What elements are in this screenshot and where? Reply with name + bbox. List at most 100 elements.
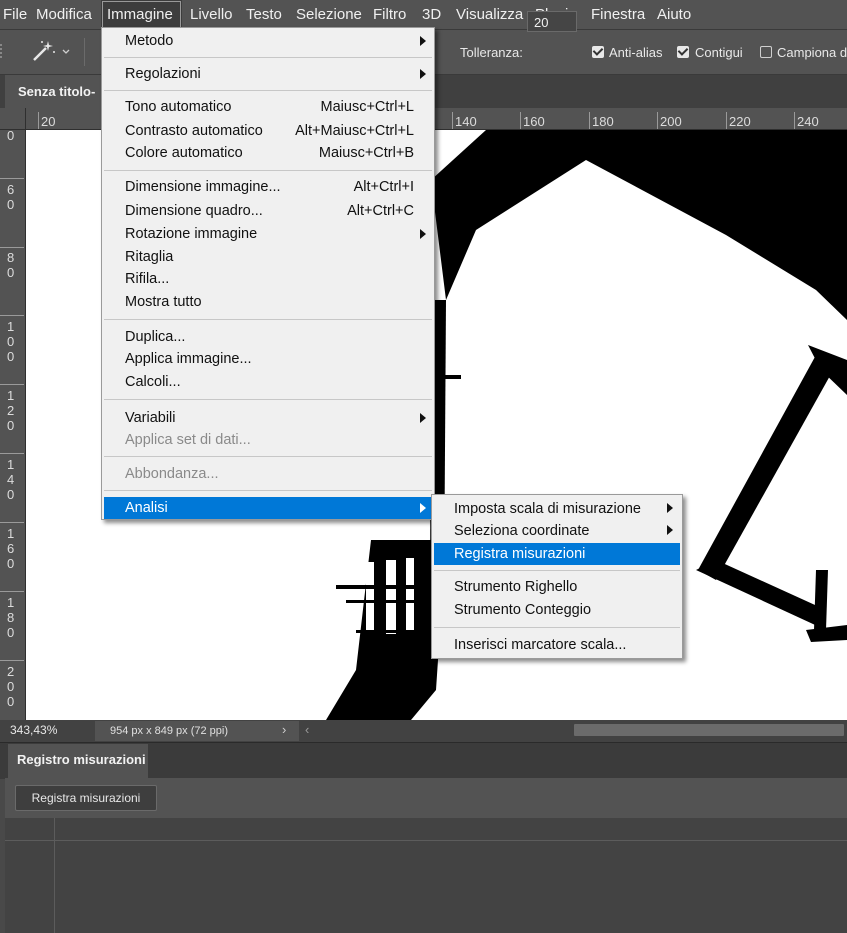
- menu-separator: [104, 170, 432, 171]
- menu-item-rifila[interactable]: Rifila...: [125, 268, 169, 290]
- menu-modifica[interactable]: Modifica: [30, 0, 98, 29]
- menu-item-imposta-scala[interactable]: Imposta scala di misurazione: [454, 498, 641, 520]
- ruler-label: 0: [7, 334, 15, 349]
- image-menu: Metodo Regolazioni Tono automatico Maius…: [101, 27, 435, 520]
- horizontal-scrollbar-thumb[interactable]: [574, 724, 844, 736]
- ruler-tick: [0, 178, 24, 179]
- menu-item-strumento-righello[interactable]: Strumento Righello: [454, 576, 577, 598]
- menu-visualizza[interactable]: Visualizza: [450, 0, 529, 29]
- submenu-arrow-icon: [420, 229, 426, 239]
- menu-item-dimensione-quadro[interactable]: Dimensione quadro...: [125, 200, 263, 222]
- zoom-level[interactable]: 343,43%: [10, 723, 57, 737]
- antialias-checkbox[interactable]: [592, 46, 604, 58]
- ruler-label: 180: [592, 114, 614, 129]
- menu-3d[interactable]: 3D: [416, 0, 447, 29]
- ruler-tick: [38, 112, 39, 129]
- menu-item-dimensione-immagine[interactable]: Dimensione immagine...: [125, 176, 281, 198]
- ruler-origin[interactable]: [0, 108, 26, 130]
- ruler-label: 0: [7, 679, 15, 694]
- document-tab-title: Senza titolo-: [18, 84, 96, 99]
- ruler-label: 1: [7, 526, 15, 541]
- ruler-label: 6: [7, 182, 15, 197]
- submenu-arrow-icon: [420, 413, 426, 423]
- menu-item-contrasto-automatico[interactable]: Contrasto automatico: [125, 120, 263, 142]
- menu-item-rotazione-immagine[interactable]: Rotazione immagine: [125, 223, 257, 245]
- shortcut-label: Alt+Ctrl+C: [347, 203, 414, 219]
- menu-separator: [104, 57, 432, 58]
- analysis-submenu: Imposta scala di misurazione Seleziona c…: [431, 494, 683, 659]
- scroll-left-arrow-icon[interactable]: ‹: [305, 722, 309, 737]
- status-expand-arrow-icon[interactable]: ›: [282, 722, 286, 737]
- menu-item-analisi[interactable]: Analisi: [125, 497, 168, 519]
- menu-livello[interactable]: Livello: [184, 0, 239, 29]
- menu-testo[interactable]: Testo: [240, 0, 288, 29]
- menu-item-strumento-conteggio[interactable]: Strumento Conteggio: [454, 599, 591, 621]
- ruler-label: 8: [7, 250, 15, 265]
- ruler-label: 8: [7, 610, 15, 625]
- ruler-tick: [589, 112, 590, 129]
- panel-tab-title: Registro misurazioni: [17, 752, 146, 767]
- menu-separator: [104, 490, 432, 491]
- menu-item-variabili[interactable]: Variabili: [125, 407, 176, 429]
- ruler-label: 0: [7, 694, 15, 709]
- ruler-label: 2: [7, 403, 15, 418]
- ruler-label: 0: [7, 556, 15, 571]
- toolbar-divider: [84, 38, 85, 66]
- menu-item-duplica[interactable]: Duplica...: [125, 326, 185, 348]
- menu-aiuto[interactable]: Aiuto: [651, 0, 697, 29]
- menu-item-ritaglia[interactable]: Ritaglia: [125, 246, 173, 268]
- submenu-arrow-icon: [420, 503, 426, 513]
- ruler-label: 200: [660, 114, 682, 129]
- ruler-label: 0: [7, 625, 15, 640]
- menu-item-colore-automatico[interactable]: Colore automatico: [125, 142, 243, 164]
- ruler-tick: [0, 522, 24, 523]
- ruler-label: 1: [7, 457, 15, 472]
- shortcut-label: Alt+Maiusc+Ctrl+L: [295, 123, 414, 139]
- antialias-label: Anti-alias: [609, 45, 663, 60]
- ruler-tick: [0, 315, 24, 316]
- ruler-tick: [0, 660, 24, 661]
- menu-item-regolazioni[interactable]: Regolazioni: [125, 63, 201, 85]
- document-info: 954 px x 849 px (72 ppi): [110, 725, 229, 737]
- ruler-tick: [0, 384, 24, 385]
- menu-item-inserisci-marcatore[interactable]: Inserisci marcatore scala...: [454, 634, 626, 656]
- submenu-arrow-icon: [667, 503, 673, 513]
- ruler-label: 220: [729, 114, 751, 129]
- menu-finestra[interactable]: Finestra: [585, 0, 651, 29]
- menu-item-registra-misurazioni[interactable]: Registra misurazioni: [454, 543, 585, 565]
- toolbar-grip: [0, 44, 6, 58]
- shortcut-label: Maiusc+Ctrl+L: [320, 99, 414, 115]
- ruler-tick: [794, 112, 795, 129]
- table-header-divider: [5, 840, 847, 841]
- ruler-tick: [0, 453, 24, 454]
- ruler-label: 1: [7, 595, 15, 610]
- menu-immagine[interactable]: Immagine: [101, 0, 182, 29]
- menu-file[interactable]: File: [0, 0, 33, 29]
- measurement-table[interactable]: [5, 818, 847, 933]
- ruler-label: 0: [7, 265, 15, 280]
- menu-selezione[interactable]: Selezione: [290, 0, 368, 29]
- contiguous-checkbox[interactable]: [677, 46, 689, 58]
- menu-filtro[interactable]: Filtro: [367, 0, 412, 29]
- sample-all-layers-checkbox[interactable]: [760, 46, 772, 58]
- tolerance-input[interactable]: 20: [527, 11, 577, 32]
- menu-item-calcoli[interactable]: Calcoli...: [125, 371, 181, 393]
- ruler-tick: [452, 112, 453, 129]
- menu-item-seleziona-coordinate[interactable]: Seleziona coordinate: [454, 520, 589, 542]
- shortcut-label: Maiusc+Ctrl+B: [318, 145, 414, 161]
- menu-item-tono-automatico[interactable]: Tono automatico: [125, 96, 231, 118]
- tolerance-label: Tolleranza:: [460, 45, 523, 60]
- menu-bar: File Modifica Immagine Livello Testo Sel…: [0, 0, 847, 30]
- record-measurements-button[interactable]: Registra misurazioni: [15, 785, 157, 811]
- magic-wand-tool-icon[interactable]: [30, 38, 70, 71]
- ruler-label: 4: [7, 472, 15, 487]
- ruler-label: 6: [7, 541, 15, 556]
- menu-item-applica-immagine[interactable]: Applica immagine...: [125, 348, 252, 370]
- menu-item-abbondanza: Abbondanza...: [125, 466, 219, 482]
- ruler-label: 0: [7, 349, 15, 364]
- menu-item-applica-set-di-dati: Applica set di dati...: [125, 432, 251, 448]
- ruler-tick: [726, 112, 727, 129]
- ruler-tick: [0, 247, 24, 248]
- menu-item-mostra-tutto[interactable]: Mostra tutto: [125, 291, 202, 313]
- menu-item-metodo[interactable]: Metodo: [125, 30, 173, 52]
